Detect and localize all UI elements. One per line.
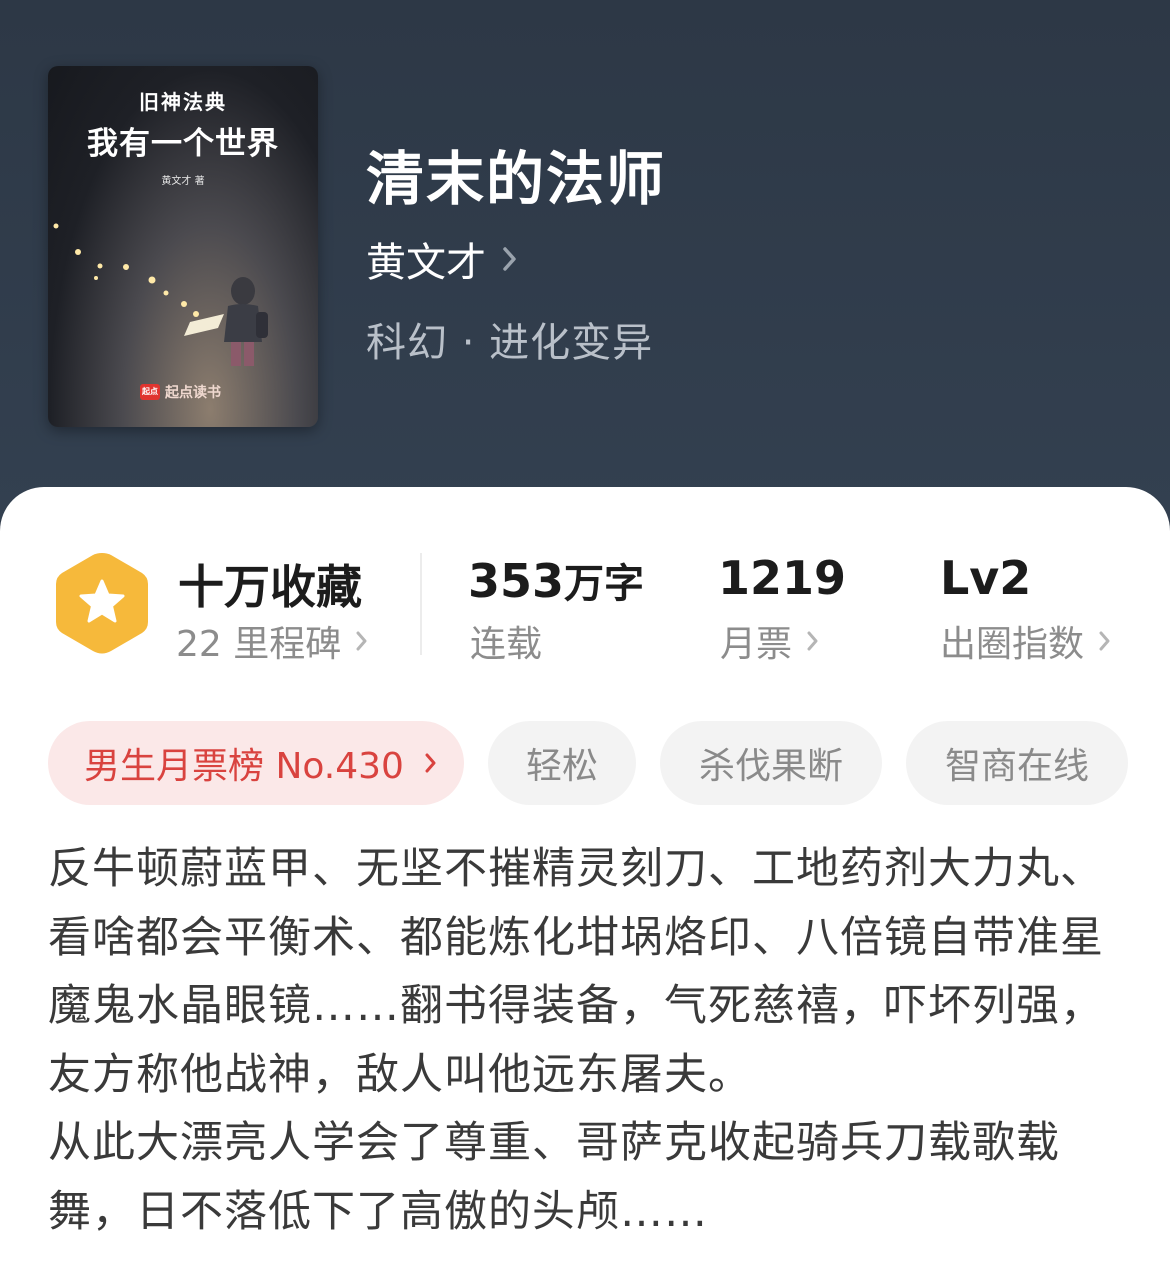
- author-link[interactable]: 黄文才: [366, 230, 518, 288]
- book-cover[interactable]: 旧神法典 我有一个世界 黄文才 著 起点 起点读书: [48, 66, 318, 427]
- tag-item[interactable]: 智商在线: [906, 721, 1128, 805]
- favorites-value: 十万收藏: [178, 560, 362, 614]
- rank-tag[interactable]: 男生月票榜 No.430: [48, 721, 464, 805]
- stats-divider: [420, 553, 422, 655]
- word-count-number: 353: [468, 554, 565, 608]
- milestone-link[interactable]: 22 里程碑: [176, 615, 369, 667]
- description-paragraph: 反牛顿蔚蓝甲、无坚不摧精灵刻刀、工地药剂大力丸、看啥都会平衡术、都能炼化坩埚烙印…: [48, 844, 1104, 1100]
- stats-row: 十万收藏 22 里程碑 353万字 连载 1219 月票 Lv2 出圈指数: [0, 487, 1170, 687]
- word-count-unit: 万字: [564, 561, 645, 607]
- serial-status: 连载: [470, 624, 543, 665]
- publisher-name: 起点读书: [165, 385, 221, 401]
- popularity-label: 出圈指数: [940, 624, 1085, 665]
- cover-title: 我有一个世界: [87, 126, 279, 162]
- tag-item[interactable]: 轻松: [488, 721, 636, 805]
- tag-item[interactable]: 杀伐果断: [660, 721, 882, 805]
- rank-tag-label: 男生月票榜 No.430: [84, 746, 404, 787]
- word-count-value: 353万字: [468, 551, 644, 609]
- chevron-right-icon: [503, 247, 516, 271]
- book-info-card: 十万收藏 22 里程碑 353万字 连载 1219 月票 Lv2 出圈指数 男生…: [0, 487, 1170, 1282]
- author-name: 黄文才: [366, 240, 486, 286]
- popularity-link[interactable]: 出圈指数: [940, 615, 1112, 667]
- cover-series-title: 旧神法典: [139, 90, 227, 114]
- book-description[interactable]: 反牛顿蔚蓝甲、无坚不摧精灵刻刀、工地药剂大力丸、看啥都会平衡术、都能炼化坩埚烙印…: [48, 835, 1128, 1246]
- monthly-votes-value: 1219: [718, 551, 847, 605]
- publisher-logo-icon: 起点: [140, 384, 160, 400]
- chevron-right-icon: [807, 631, 818, 651]
- cover-author: 黄文才 著: [161, 176, 205, 187]
- book-detail-page: 旧神法典 我有一个世界 黄文才 著 起点 起点读书 清末的法师 黄文才 科幻 ·…: [0, 0, 1170, 1282]
- description-paragraph: 从此大漂亮人学会了尊重、哥萨克收起骑兵刀载歌载舞，日不落低下了高傲的头颅……: [48, 1118, 1060, 1237]
- book-title: 清末的法师: [366, 145, 667, 213]
- milestone-label: 22 里程碑: [176, 624, 342, 665]
- popularity-value: Lv2: [940, 551, 1032, 605]
- chevron-right-icon: [356, 631, 367, 651]
- monthly-votes-label: 月票: [720, 624, 793, 665]
- book-genre: 科幻 · 进化变异: [366, 320, 654, 366]
- publisher-logo: 起点 起点读书: [140, 382, 221, 402]
- monthly-votes-link[interactable]: 月票: [720, 615, 820, 667]
- chevron-right-icon: [425, 753, 436, 773]
- book-header: 旧神法典 我有一个世界 黄文才 著 起点 起点读书 清末的法师 黄文才 科幻 ·…: [0, 0, 1170, 520]
- chevron-right-icon: [1099, 631, 1110, 651]
- star-badge-icon: [56, 553, 148, 654]
